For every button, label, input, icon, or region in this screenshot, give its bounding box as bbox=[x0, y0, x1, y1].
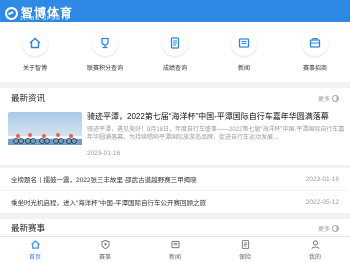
menu-label: 成绩查询 bbox=[162, 66, 187, 72]
tab-insurance[interactable]: 保险 bbox=[210, 237, 280, 263]
bottom-tab-bar: 首页 赛事 新闻 保险 我的 bbox=[0, 236, 350, 263]
more-label: 更多 bbox=[317, 226, 330, 233]
menu-label: 联赛积分查询 bbox=[86, 66, 123, 72]
quick-menu: 关于智博 联赛积分查询 成绩查询 新闻 赛事招商 bbox=[0, 30, 350, 82]
featured-date: 2023-01-16 bbox=[87, 150, 121, 157]
more-link[interactable]: 更多 bbox=[318, 94, 339, 103]
tab-label: 赛事 bbox=[98, 255, 111, 261]
menu-item-about[interactable]: 关于智博 bbox=[5, 30, 65, 72]
tab-label: 新闻 bbox=[168, 255, 181, 261]
tab-label: 我的 bbox=[308, 255, 321, 261]
tab-news[interactable]: 新闻 bbox=[140, 237, 210, 263]
tab-events[interactable]: 赛事 bbox=[70, 237, 140, 263]
news-icon bbox=[170, 240, 180, 249]
more-link[interactable]: 更多 bbox=[318, 224, 339, 233]
shield-icon bbox=[100, 239, 110, 250]
news-date: 2022-05-12 bbox=[305, 198, 339, 206]
section-title: 最新赛事 bbox=[11, 223, 46, 233]
featured-summary: 骑迹平潭，遇见美好！9月18日，年度自行车盛事——2022第七届“海洋杯”中国-… bbox=[87, 127, 345, 141]
umbrella-icon bbox=[241, 240, 249, 249]
featured-title[interactable]: 骑迹平潭，2022第七届“海洋杯”中国-平潭国际自行车嘉年华圆满落幕 bbox=[87, 112, 345, 122]
tab-label: 首页 bbox=[28, 255, 41, 261]
logo-icon bbox=[5, 6, 18, 20]
tab-profile[interactable]: 我的 bbox=[280, 237, 350, 263]
tab-home[interactable]: 首页 bbox=[0, 237, 70, 263]
section-title: 最新资讯 bbox=[11, 93, 46, 103]
chevron-right-icon bbox=[332, 224, 339, 232]
menu-label: 新闻 bbox=[237, 66, 250, 72]
menu-item-sponsorship[interactable]: 赛事招商 bbox=[285, 30, 345, 72]
news-date: 2023-01-16 bbox=[305, 175, 339, 183]
news-list-item[interactable]: 乘坐时光机启程，进入“海洋杯”中国-平潭国际自行车公开赛回顾之旅 2022-05… bbox=[0, 191, 350, 213]
home-icon bbox=[22, 30, 48, 56]
chevron-right-icon bbox=[332, 94, 339, 102]
menu-label: 赛事招商 bbox=[302, 66, 327, 72]
tab-label: 保险 bbox=[238, 255, 251, 261]
news-title: 乘坐时光机启程，进入“海洋杯”中国-平潭国际自行车公开赛回顾之旅 bbox=[11, 200, 206, 207]
news-title: 全榜题名丨擂鼓一震，2022张三丰故里·邵武古道越野赛三甲揭晓 bbox=[11, 177, 197, 184]
user-icon bbox=[310, 240, 320, 250]
menu-item-league-points[interactable]: 联赛积分查询 bbox=[75, 30, 135, 72]
menu-label: 关于智博 bbox=[22, 66, 47, 72]
events-section-header: 最新赛事 更多 bbox=[0, 219, 350, 237]
news-list-item[interactable]: 全榜题名丨擂鼓一震，2022张三丰故里·邵武古道越野赛三甲揭晓 2023-01-… bbox=[0, 168, 350, 190]
home-icon bbox=[30, 240, 40, 249]
menu-item-results[interactable]: 成绩查询 bbox=[145, 30, 205, 72]
trophy-icon bbox=[92, 30, 118, 56]
featured-date-row: 2023-01-16 bbox=[0, 145, 350, 165]
news-section-header: 最新资讯 更多 bbox=[0, 88, 350, 108]
document-icon bbox=[162, 30, 188, 56]
menu-item-news[interactable]: 新闻 bbox=[214, 30, 274, 72]
more-label: 更多 bbox=[317, 96, 330, 103]
news-icon bbox=[231, 30, 257, 56]
handshake-icon bbox=[302, 30, 328, 56]
